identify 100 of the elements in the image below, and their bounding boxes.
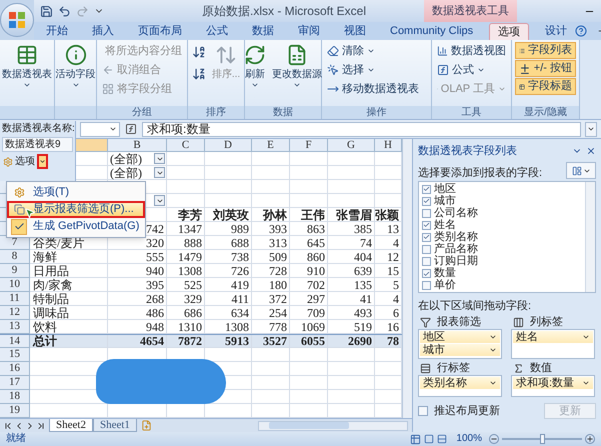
drop-area[interactable]: 求和项:数量 — [511, 375, 595, 397]
ribbon-tab[interactable]: 开始 — [38, 23, 76, 40]
row-header[interactable]: 13 — [0, 320, 30, 334]
row-header[interactable]: 11 — [0, 292, 30, 306]
ribbon-large-button[interactable]: 数据透视表 — [1, 42, 53, 106]
ribbon-small-button[interactable]: 清除 — [325, 42, 428, 60]
field-list-scrollbar[interactable] — [585, 182, 595, 292]
menu-item[interactable]: 显示报表筛选页(P)... — [7, 201, 145, 218]
close-icon[interactable] — [586, 146, 596, 156]
field-chip[interactable]: 地区 — [420, 331, 500, 343]
checkbox[interactable] — [422, 257, 431, 266]
field-checkbox-row[interactable]: 数量 — [422, 268, 585, 280]
ribbon-toggle-button[interactable]: 字段列表 — [515, 42, 576, 59]
ribbon-tab[interactable]: 审阅 — [290, 23, 328, 40]
checkbox[interactable] — [422, 245, 431, 254]
expand-formula-button[interactable] — [585, 122, 597, 136]
checkbox[interactable] — [422, 208, 431, 218]
page-break-view-icon[interactable] — [437, 434, 448, 444]
ribbon-tab[interactable]: 设计 — [537, 23, 576, 40]
function-icon[interactable] — [124, 122, 138, 136]
ribbon-small-button[interactable]: 选择 — [325, 61, 428, 79]
filter-dropdown-button[interactable] — [154, 167, 165, 178]
undo-icon[interactable] — [58, 4, 71, 18]
checkbox[interactable] — [422, 281, 431, 290]
sheet-tab[interactable]: Sheet1 — [92, 419, 137, 432]
save-icon[interactable] — [40, 4, 53, 18]
normal-view-icon[interactable] — [410, 434, 422, 444]
ribbon-tab[interactable]: 插入 — [84, 23, 122, 40]
sort-ascending-button[interactable] — [190, 44, 207, 60]
filter-dropdown-button[interactable] — [154, 153, 165, 164]
column-header: G — [347, 140, 355, 150]
row-header[interactable]: 12 — [0, 306, 30, 320]
ribbon-small-button[interactable]: 移动数据透视表 — [325, 80, 428, 98]
field-checkbox-row[interactable]: 类别名称 — [422, 231, 585, 244]
field-checkbox-row[interactable]: 地区 — [422, 183, 585, 196]
ribbon-large-button[interactable]: 更改数据源 — [271, 42, 323, 106]
ribbon-large-button[interactable]: 活动字段 — [54, 42, 96, 106]
filter-dropdown-button[interactable] — [154, 195, 165, 206]
checkbox[interactable] — [422, 269, 431, 278]
field-checkbox-row[interactable]: 公司名称 — [422, 207, 585, 220]
page-layout-view-icon[interactable] — [424, 434, 434, 444]
last-sheet-icon[interactable] — [36, 420, 46, 430]
horizontal-scrollbar[interactable] — [258, 420, 408, 430]
ribbon-tab[interactable]: 视图 — [336, 23, 374, 40]
row-header[interactable]: 9 — [0, 264, 30, 278]
formula-field[interactable]: 求和项:数量 — [142, 122, 581, 136]
checkbox[interactable] — [422, 196, 431, 206]
ribbon-tab[interactable]: 数据 — [244, 23, 282, 40]
zoom-in-icon[interactable] — [585, 434, 595, 444]
layout-icon — [572, 166, 582, 176]
scrollbar-thumb[interactable] — [269, 422, 349, 429]
field-prompt: 选择要添加到报表的字段: — [418, 168, 542, 179]
options-dropdown-button[interactable] — [37, 154, 48, 169]
menu-item[interactable]: 选项(T) — [7, 184, 145, 201]
layout-button[interactable] — [566, 162, 596, 179]
field-checkbox-row[interactable]: 订购日期 — [422, 256, 585, 268]
pivot-name-field[interactable]: 数据透视表9 — [2, 137, 73, 152]
field-checkbox-row[interactable]: 城市 — [422, 195, 585, 208]
checkbox[interactable] — [422, 232, 431, 242]
row-header[interactable]: 8 — [0, 250, 30, 264]
row-header[interactable]: 15 — [0, 348, 30, 362]
field-checkbox-row[interactable]: 姓名 — [422, 219, 585, 232]
field-chip[interactable]: 求和项:数量 — [513, 377, 593, 389]
row-header[interactable]: 18 — [0, 390, 30, 404]
row-header[interactable]: 14 — [0, 335, 30, 348]
field-chip[interactable]: 城市 — [420, 344, 500, 356]
checkbox[interactable] — [422, 220, 431, 230]
ribbon-tab[interactable]: Community Clips — [382, 23, 482, 40]
field-chip[interactable]: 姓名 — [513, 331, 593, 343]
ribbon-large-button[interactable]: 刷新 — [243, 42, 267, 106]
ribbon-tab[interactable]: 页面布局 — [130, 23, 190, 40]
ribbon-toggle-button[interactable]: +/- 按钮 — [515, 60, 576, 77]
field-chip[interactable]: 类别名称 — [420, 377, 500, 389]
status-text: 就绪 — [6, 434, 26, 444]
drop-area[interactable]: 地区 城市 — [418, 329, 502, 359]
first-sheet-icon[interactable] — [3, 420, 13, 430]
sort-descending-button[interactable] — [190, 66, 207, 82]
zoom-slider-thumb[interactable] — [540, 434, 545, 444]
defer-update-checkbox[interactable]: 推迟布局更新 — [418, 406, 500, 416]
caret-icon — [23, 81, 31, 89]
options-button[interactable]: 选项 — [2, 154, 36, 169]
field-checkbox-row[interactable]: 产品名称 — [422, 244, 585, 256]
zoom-out-icon[interactable] — [489, 434, 499, 444]
vertical-scrollbar[interactable] — [402, 139, 412, 418]
ribbon-tab[interactable]: 公式 — [198, 23, 236, 40]
office-button[interactable] — [0, 3, 34, 37]
checkbox[interactable] — [422, 184, 431, 194]
sheet-tab[interactable]: Sheet2 — [49, 419, 93, 432]
ribbon-small-button[interactable]: 数据透视图 — [435, 42, 508, 60]
row-header[interactable]: 19 — [0, 404, 30, 418]
ribbon-small-button[interactable]: 公式 — [435, 61, 508, 79]
row-header[interactable]: 16 — [0, 362, 30, 376]
help-icon[interactable] — [575, 25, 588, 37]
ribbon-tab[interactable]: 选项 — [489, 23, 530, 40]
row-header[interactable]: 17 — [0, 376, 30, 390]
drop-area[interactable]: 姓名 — [511, 329, 595, 359]
field-checkbox-row[interactable]: 单价 — [422, 280, 585, 292]
drop-area[interactable]: 类别名称 — [418, 375, 502, 397]
ribbon-toggle-button[interactable]: 字段标题 — [515, 78, 576, 95]
row-header[interactable]: 10 — [0, 278, 30, 292]
